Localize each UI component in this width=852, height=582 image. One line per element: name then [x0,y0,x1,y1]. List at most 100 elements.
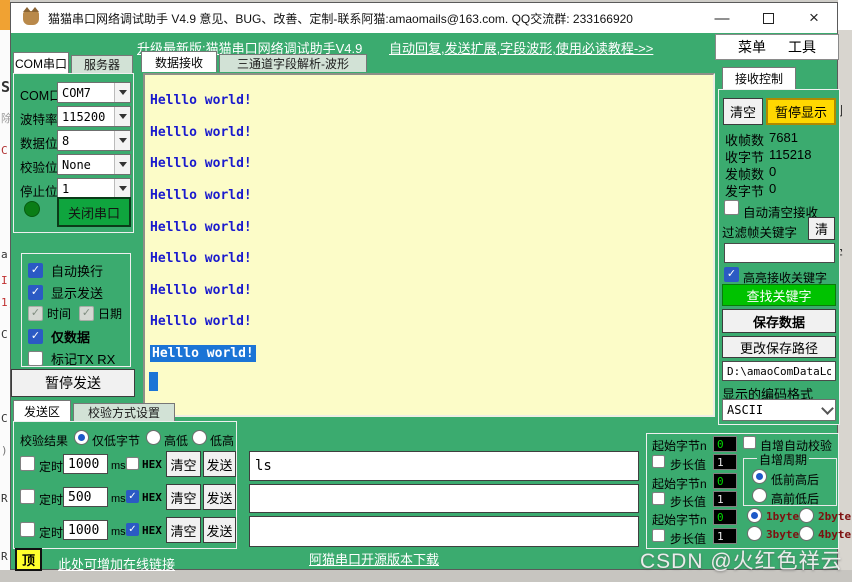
filter-keyword-input[interactable] [724,243,835,263]
add-online-link[interactable]: 此处可增加在线链接 [58,554,175,573]
stop-bits-select[interactable]: 1 [57,178,131,199]
minimize-button[interactable]: — [699,3,745,33]
timed-send-checkbox-2[interactable] [20,489,35,504]
encoding-select[interactable]: ASCII [722,399,836,421]
data-only-checkbox[interactable] [28,329,43,344]
hex-checkbox-3[interactable] [126,523,139,536]
step-field-1[interactable]: 1 [713,454,737,470]
com-port-value: COM7 [58,86,114,100]
pause-send-button[interactable]: 暂停发送 [11,369,135,397]
radio-low-byte-only[interactable] [74,430,89,445]
tools-button[interactable]: 工具 [788,37,816,57]
send-input-2[interactable] [249,484,639,513]
radio-2byte[interactable] [799,508,814,523]
save-data-button[interactable]: 保存数据 [722,309,836,333]
interval-input-1[interactable] [63,454,108,474]
tab-waveform[interactable]: 三通道字段解析-波形 [219,54,367,72]
start-byte-field-3[interactable]: 0 [713,509,737,525]
parity-select[interactable]: None [57,154,131,175]
tab-server[interactable]: 服务器 [71,55,133,73]
hex-checkbox-1[interactable] [126,457,139,470]
timed-send-checkbox-3[interactable] [20,522,35,537]
hex-label-2: HEX [142,491,162,504]
tab-label: COM串口 [15,55,67,72]
open-source-download-link[interactable]: 阿猫串口开源版本下载 [309,549,439,568]
tab-com-serial[interactable]: COM串口 [13,52,69,73]
timed-send-checkbox-1[interactable] [20,456,35,471]
clear-label: 清空 [170,521,196,540]
hex-label-3: HEX [142,524,162,537]
maximize-button[interactable] [745,3,791,33]
baud-rate-select[interactable]: 115200 [57,106,131,127]
radio-high-low[interactable] [146,430,161,445]
tab-checksum-settings[interactable]: 校验方式设置 [73,403,175,421]
hex-checkbox-2[interactable] [126,490,139,503]
window-title: 猫猫串口网络调试助手 V4.9 意见、BUG、改善、定制-联系阿猫:amaoma… [48,10,633,27]
radio-2byte-label: 2byte [818,510,851,523]
pause-display-button[interactable]: 暂停显示 [766,98,836,125]
step-checkbox-1[interactable] [652,455,665,468]
show-send-checkbox[interactable] [28,285,43,300]
highlight-keyword-checkbox[interactable] [724,267,739,282]
find-keyword-button[interactable]: 查找关键字 [722,284,836,306]
interval-input-3[interactable] [63,520,108,540]
auto-newline-checkbox[interactable] [28,263,43,278]
send-button-2[interactable]: 发送 [203,484,236,510]
tutorial-link[interactable]: 自动回复,发送扩展,字段波形,使用必读教程->> [389,38,653,57]
step-value: 1 [717,456,724,469]
receive-text: Helllo world! [150,156,252,171]
tab-data-receive[interactable]: 数据接收 [141,51,217,72]
receive-line: Helllo world! [145,180,713,212]
step-checkbox-3[interactable] [652,529,665,542]
receive-textarea[interactable]: Helllo world! Helllo world! Helllo world… [143,73,715,417]
data-bits-select[interactable]: 8 [57,130,131,151]
filter-keyword-label: 过滤帧关键字 [722,222,797,241]
ms-label-1: ms [111,460,126,472]
receive-clear-button[interactable]: 清空 [723,98,763,125]
tx-bytes-stat: 发字节 0 [725,181,776,200]
increment-panel: 起始字节n 0 自增自动校验 步长值 1 自增周期 低前高后 高前低后 起始字节… [646,433,839,549]
clear-button-2[interactable]: 清空 [166,484,201,510]
clear-button-3[interactable]: 清空 [166,517,201,543]
scroll-top-button[interactable]: 顶 [15,548,42,571]
send-input-1[interactable] [249,451,639,481]
clear-button-1[interactable]: 清空 [166,451,201,477]
tab-label: 校验方式设置 [88,404,160,421]
radio-4byte[interactable] [799,526,814,541]
send-button-3[interactable]: 发送 [203,517,236,543]
change-save-path-button[interactable]: 更改保存路径 [722,336,836,358]
auto-clear-checkbox[interactable] [724,200,739,215]
receive-text: Helllo world! [150,93,252,108]
menu-button[interactable]: 菜单 [738,37,766,57]
date-checkbox[interactable] [79,306,94,321]
close-port-button[interactable]: 关闭串口 [57,197,131,227]
tab-send-area[interactable]: 发送区 [13,400,71,421]
step-field-3[interactable]: 1 [713,528,737,544]
close-button[interactable]: × [791,3,837,33]
radio-3byte[interactable] [747,526,762,541]
radio-low-first[interactable] [752,469,767,484]
filter-clear-button[interactable]: 清 [808,217,835,240]
mark-txrx-label: 标记TX RX [51,349,115,368]
background-window-right: 刺 字 [838,30,852,572]
send-button-1[interactable]: 发送 [203,451,236,477]
com-port-select[interactable]: COM7 [57,82,131,103]
step-field-2[interactable]: 1 [713,491,737,507]
radio-low-high[interactable] [192,430,207,445]
step-checkbox-2[interactable] [652,492,665,505]
start-byte-field-1[interactable]: 0 [713,436,737,452]
start-byte-field-2[interactable]: 0 [713,473,737,489]
date-label: 日期 [98,305,122,322]
com-port-label: COM口 [20,85,62,104]
auto-checksum-checkbox[interactable] [743,436,756,449]
receive-text: Helllo world! [150,283,252,298]
interval-input-2[interactable] [63,487,108,507]
save-path-field[interactable] [722,361,836,381]
receive-line: Helllo world! [145,148,713,180]
send-input-3[interactable] [249,516,639,547]
mark-txrx-checkbox[interactable] [28,351,43,366]
radio-1byte[interactable] [747,508,762,523]
radio-high-first[interactable] [752,488,767,503]
tab-receive-control[interactable]: 接收控制 [722,67,796,89]
time-checkbox[interactable] [28,306,43,321]
